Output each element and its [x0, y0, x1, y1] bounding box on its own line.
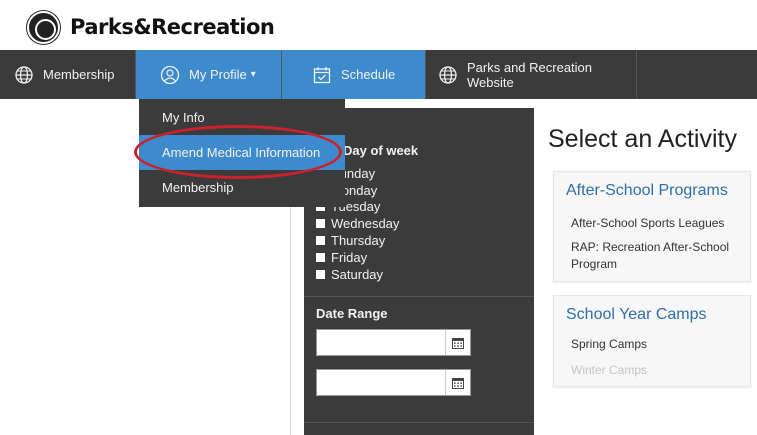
- nav-parks-website-label: Parks and Recreation Website: [467, 59, 593, 90]
- checkbox[interactable]: [316, 252, 325, 262]
- calendar-icon: [312, 65, 332, 85]
- nav-membership-label: Membership: [43, 67, 115, 82]
- day-option[interactable]: Saturday: [316, 266, 399, 283]
- globe-icon: [438, 65, 458, 85]
- menu-item-label: Membership: [162, 180, 234, 195]
- menu-item-label: Amend Medical Information: [162, 145, 321, 160]
- date-to-field[interactable]: [316, 369, 471, 396]
- day-label: Friday: [331, 249, 368, 265]
- day-option[interactable]: Friday: [316, 249, 399, 266]
- divider: [304, 422, 534, 423]
- menu-item-my-info[interactable]: My Info: [139, 99, 345, 135]
- activity-card: School Year Camps Spring Camps Winter Ca…: [553, 295, 751, 387]
- day-label: Saturday: [331, 266, 384, 282]
- activity-link-disabled: Winter Camps: [571, 363, 648, 377]
- user-icon: [160, 65, 180, 85]
- day-label: Thursday: [331, 233, 386, 249]
- globe-icon: [14, 65, 34, 85]
- activity-link[interactable]: RAP: Recreation After-School Program: [571, 239, 746, 273]
- calendar-icon[interactable]: [445, 330, 470, 355]
- day-label: Wednesday: [331, 216, 400, 232]
- card-title-link[interactable]: After-School Programs: [566, 182, 728, 200]
- day-of-week-heading: Day of week: [343, 143, 419, 158]
- activity-link[interactable]: After-School Sports Leagues: [571, 215, 746, 232]
- checkbox[interactable]: [316, 219, 325, 229]
- nav-my-profile[interactable]: My Profile ▾: [136, 50, 282, 99]
- day-option[interactable]: Thursday: [316, 232, 399, 249]
- checkbox[interactable]: [316, 269, 325, 279]
- chevron-down-icon: ▾: [250, 69, 256, 80]
- nav-membership[interactable]: Membership: [0, 50, 136, 99]
- page-title: Select an Activity: [548, 125, 737, 153]
- calendar-icon[interactable]: [445, 370, 470, 395]
- logo-text: Parks&Recreation: [70, 15, 275, 39]
- divider: [304, 296, 534, 297]
- activity-link[interactable]: Spring Camps: [571, 336, 746, 353]
- nav-schedule-label: Schedule: [341, 67, 396, 82]
- date-range-heading: Date Range: [316, 306, 388, 321]
- main-nav: Membership My Profile ▾ Schedule Parks a…: [0, 50, 757, 99]
- date-from-field[interactable]: [316, 329, 471, 356]
- nav-my-profile-label: My Profile: [189, 67, 247, 82]
- city-seal-icon: [27, 10, 60, 44]
- menu-item-membership[interactable]: Membership: [139, 170, 345, 205]
- menu-item-label: My Info: [162, 109, 205, 125]
- menu-item-amend-medical-information[interactable]: Amend Medical Information: [139, 135, 345, 170]
- activity-card: After-School Programs After-School Sport…: [553, 171, 751, 282]
- card-title-link[interactable]: School Year Camps: [566, 306, 707, 324]
- profile-dropdown-menu: My Info Amend Medical Information Member…: [139, 99, 345, 207]
- site-logo[interactable]: Parks&Recreation: [27, 10, 275, 44]
- checkbox[interactable]: [316, 236, 325, 246]
- nav-parks-website[interactable]: Parks and Recreation Website: [426, 50, 637, 99]
- day-option[interactable]: Wednesday: [316, 215, 399, 232]
- nav-schedule[interactable]: Schedule: [282, 50, 426, 99]
